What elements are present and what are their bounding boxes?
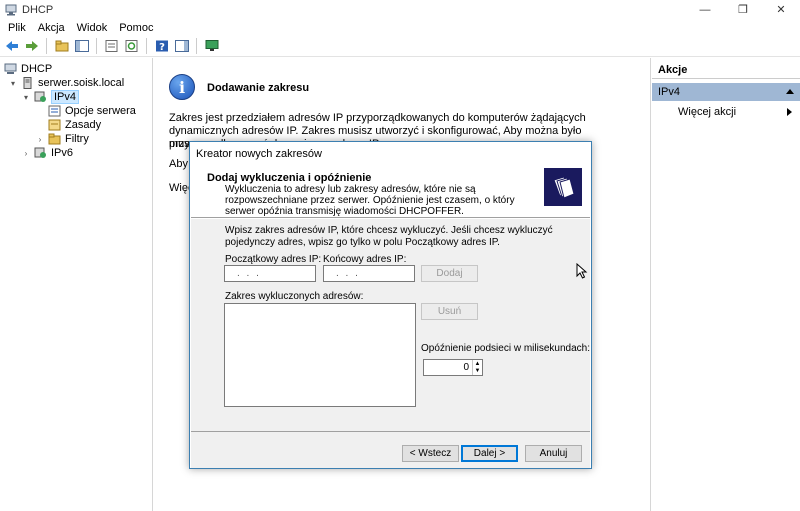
menu-plik[interactable]: Plik [0,22,32,34]
back-button[interactable]: < Wstecz [402,445,459,462]
wizard-step-description: Wykluczenia to adresy lub zakresy adresó… [225,184,515,217]
tree-item-dhcp[interactable]: DHCP [4,62,52,76]
dhcp-app-icon [5,4,17,15]
end-ip-label: Końcowy adres IP: [323,254,407,265]
tree-item-server-options[interactable]: Opcje serwera [48,104,136,118]
submenu-arrow-icon [787,108,792,116]
wizard-header: Dodaj wykluczenia i opóźnienie Wykluczen… [191,166,590,218]
folder-up-icon[interactable] [54,38,70,54]
wizard-folders-icon [544,168,582,206]
dhcp-root-icon [4,63,17,74]
start-ip-field[interactable]: . . . [224,265,316,282]
more-actions-item[interactable]: Więcej akcji [652,104,800,120]
forward-arrow-icon[interactable] [24,38,40,54]
excluded-range-label: Zakres wykluczonych adresów: [225,291,364,302]
close-button[interactable]: ✕ [762,0,800,19]
subnet-delay-label: Opóźnienie podsieci w milisekundach: [421,343,590,354]
back-arrow-icon[interactable] [4,38,20,54]
policies-icon [48,119,61,131]
tree-item-server[interactable]: ▾ serwer.soisk.local [8,76,124,90]
expand-arrow-icon[interactable]: › [35,134,45,144]
wizard-step-title: Dodaj wykluczenia i opóźnienie [207,172,372,184]
center-title: Dodawanie zakresu [207,82,310,94]
add-exclusion-button[interactable]: Dodaj [421,265,478,282]
svg-text:?: ? [159,42,165,52]
tree-item-filters[interactable]: › Filtry [35,132,89,146]
menu-bar: Plik Akcja Widok Pomoc [0,19,800,36]
end-ip-field[interactable]: . . . [323,265,415,282]
expand-arrow-icon[interactable]: › [21,148,31,158]
tree-item-ipv4[interactable]: ▾ IPv4 [21,90,80,104]
menu-akcja[interactable]: Akcja [32,22,71,34]
show-hide-tree-icon[interactable] [74,38,90,54]
refresh-icon[interactable] [124,38,140,54]
title-bar: DHCP — ❐ ✕ [0,0,800,19]
help-icon[interactable]: ? [154,38,170,54]
collapse-arrow-icon[interactable]: ▾ [8,78,18,88]
collapse-arrow-icon[interactable]: ▾ [21,92,31,102]
minimize-button[interactable]: — [686,0,724,19]
cancel-button[interactable]: Anuluj [525,445,582,462]
start-ip-label: Początkowy adres IP: [225,254,322,265]
info-icon: i [169,74,195,100]
ipv4-icon [34,91,46,102]
properties-icon[interactable] [104,38,120,54]
wizard-body: Wpisz zakres adresów IP, które chcesz wy… [191,219,590,468]
mouse-cursor-icon [576,263,588,279]
menu-pomoc[interactable]: Pomoc [113,22,159,34]
menu-widok[interactable]: Widok [71,22,114,34]
filter-folder-icon [48,133,61,145]
restore-button[interactable]: ❐ [724,0,762,19]
show-action-pane-icon[interactable] [174,38,190,54]
actions-header: Akcje [652,61,800,79]
excluded-range-list[interactable] [224,303,416,407]
new-scope-wizard-dialog: Kreator nowych zakresów Dodaj wykluczeni… [189,141,592,469]
ipv6-icon [34,147,46,158]
wizard-title: Kreator nowych zakresów [196,148,322,160]
server-icon [23,77,32,89]
console-tree: DHCP ▾ serwer.soisk.local ▾ IPv4 Opcje s… [0,58,153,511]
collapse-up-icon[interactable] [786,89,794,94]
options-icon [48,105,61,117]
spin-arrows-icon[interactable]: ▲ ▼ [472,360,482,375]
wizard-instruction: Wpisz zakres adresów IP, które chcesz wy… [225,225,553,248]
next-button[interactable]: Dalej > [461,445,518,462]
action-pane: Akcje IPv4 Więcej akcji [652,58,800,511]
actions-context-ipv4[interactable]: IPv4 [652,83,800,101]
window-title: DHCP [22,3,54,16]
remove-exclusion-button[interactable]: Usuń [421,303,478,320]
toolbar: ? [0,36,800,57]
subnet-delay-stepper[interactable]: 0 ▲ ▼ [423,359,483,376]
tree-item-policies[interactable]: Zasady [48,118,101,132]
monitor-icon[interactable] [204,38,220,54]
tree-item-ipv6[interactable]: › IPv6 [21,146,73,160]
